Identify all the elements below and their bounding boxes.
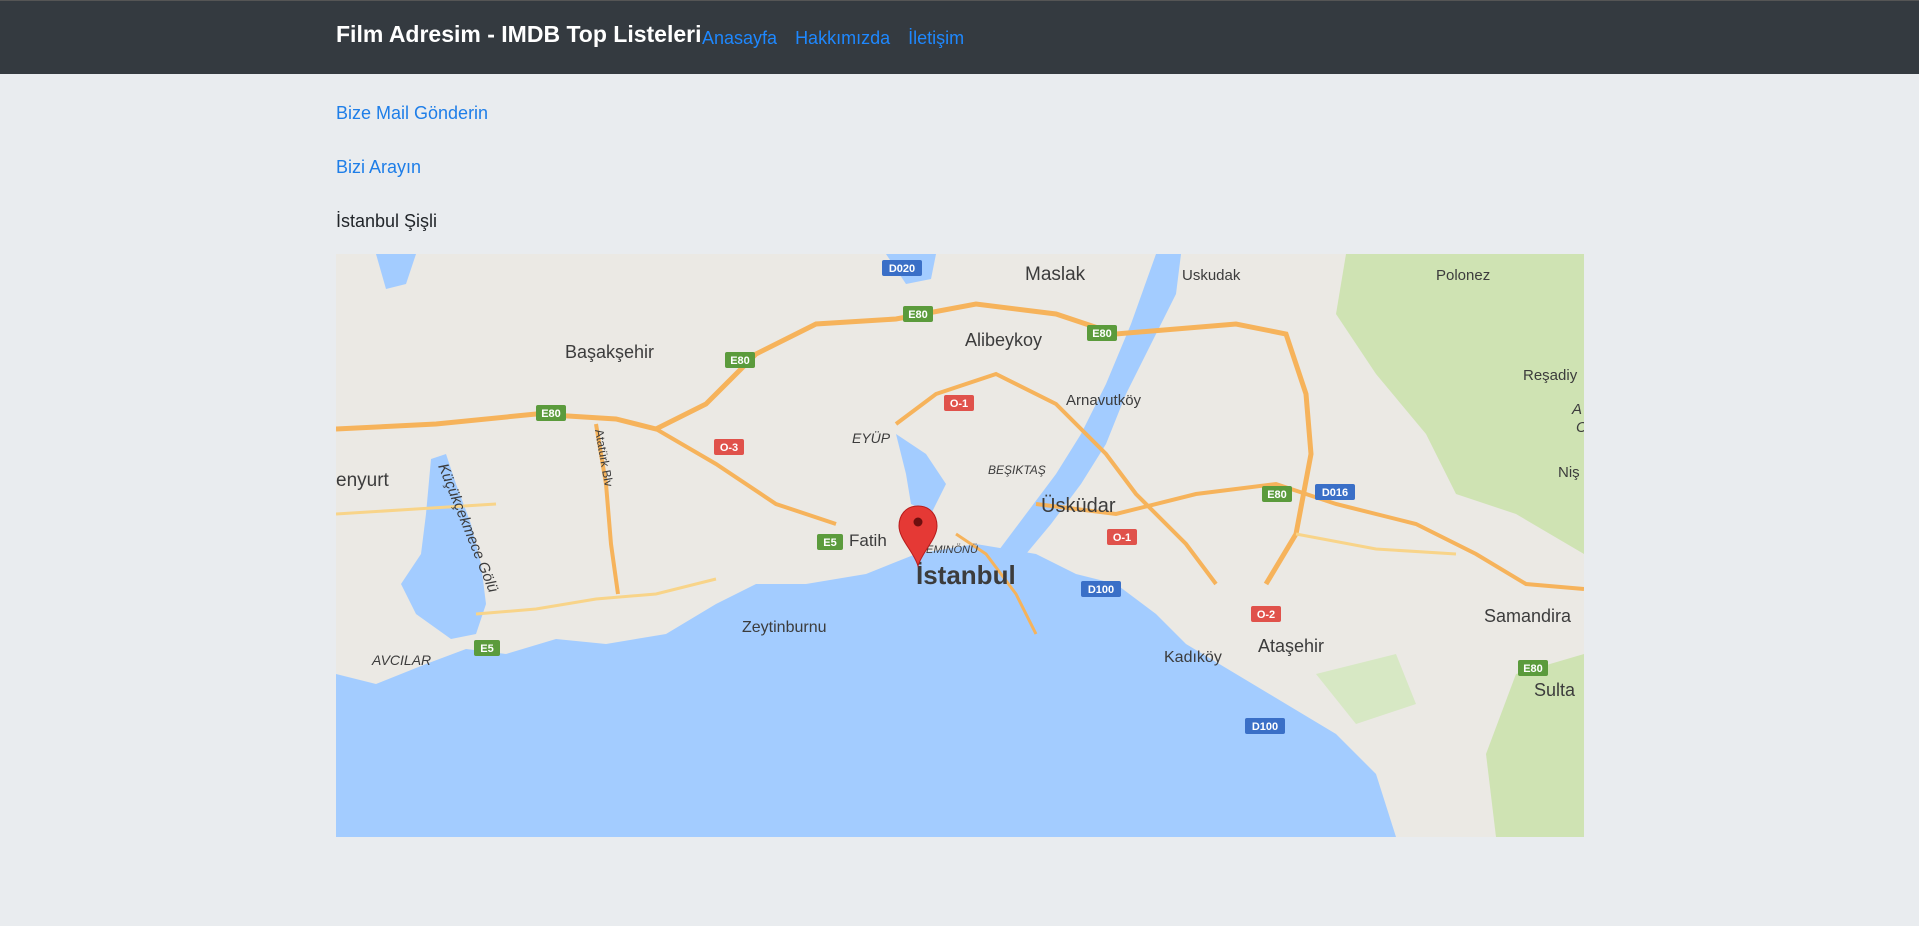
svg-text:E80: E80 <box>908 309 928 321</box>
shield-d016: D016 <box>1315 484 1355 500</box>
label-sulta: Sulta <box>1534 680 1576 700</box>
svg-text:D020: D020 <box>889 263 915 275</box>
shield-e5-b: E5 <box>474 640 500 656</box>
svg-text:O-1: O-1 <box>1113 532 1131 544</box>
shield-o1-b: O-1 <box>1107 529 1137 545</box>
nav-link-about[interactable]: Hakkımızda <box>795 28 890 49</box>
navbar: Film Adresim - IMDB Top Listeleri Anasay… <box>0 0 1919 74</box>
label-avcilar: AVCILAR <box>371 652 431 668</box>
phone-link[interactable]: Bizi Arayın <box>336 157 421 178</box>
label-atasehir: Ataşehir <box>1258 636 1324 656</box>
shield-e5-a: E5 <box>817 534 843 550</box>
svg-text:D100: D100 <box>1252 721 1278 733</box>
shield-o1-a: O-1 <box>944 395 974 411</box>
brand-title[interactable]: Film Adresim - IMDB Top Listeleri <box>336 21 701 48</box>
svg-text:D100: D100 <box>1088 584 1114 596</box>
shield-d020: D020 <box>882 260 922 276</box>
shield-e80-c: E80 <box>725 352 755 368</box>
label-eyup: EYÜP <box>852 429 891 446</box>
svg-text:O-1: O-1 <box>950 398 968 410</box>
svg-text:E80: E80 <box>1267 489 1287 501</box>
label-c: C <box>1576 419 1584 436</box>
shield-o2: O-2 <box>1251 606 1281 622</box>
shield-e80-d: E80 <box>536 405 566 421</box>
shield-d100-b: D100 <box>1245 718 1285 734</box>
label-basaksehir: Başakşehir <box>565 342 654 362</box>
label-uskudak: Uskudak <box>1182 267 1241 284</box>
svg-text:E80: E80 <box>1092 328 1112 340</box>
label-eminonu: EMINÖNÜ <box>926 544 978 556</box>
label-polonez: Polonez <box>1436 267 1490 284</box>
shield-d100-a: D100 <box>1081 581 1121 597</box>
svg-text:E80: E80 <box>541 408 561 420</box>
label-istanbul: İstanbul <box>916 560 1016 590</box>
map-canvas[interactable]: D020 E80 E80 E80 E80 O-1 O-3 E80 D016 E5… <box>336 254 1584 837</box>
mail-link[interactable]: Bize Mail Gönderin <box>336 103 488 124</box>
label-fatih: Fatih <box>849 531 887 550</box>
shield-e80-f: E80 <box>1518 660 1548 676</box>
label-uskudar: Üsküdar <box>1041 495 1116 517</box>
svg-text:E5: E5 <box>480 643 493 655</box>
label-kadikoy: Kadıköy <box>1164 649 1222 666</box>
svg-text:O-3: O-3 <box>720 442 738 454</box>
svg-text:O-2: O-2 <box>1257 609 1275 621</box>
shield-e80-a: E80 <box>903 306 933 322</box>
map-embed[interactable]: D020 E80 E80 E80 E80 O-1 O-3 E80 D016 E5… <box>336 254 1584 837</box>
label-arnavutkoy: Arnavutköy <box>1066 392 1142 409</box>
label-resadiye: Reşadiy <box>1523 367 1578 384</box>
nav-link-contact[interactable]: İletişim <box>908 28 964 49</box>
nav-links: Anasayfa Hakkımızda İletişim <box>702 28 964 49</box>
label-besiktas: BEŞIKTAŞ <box>988 463 1046 477</box>
address-text: İstanbul Şişli <box>336 211 438 231</box>
label-esenyurt: enyurt <box>336 470 390 491</box>
svg-text:E5: E5 <box>823 537 836 549</box>
svg-text:E80: E80 <box>730 355 750 367</box>
shield-o3: O-3 <box>714 439 744 455</box>
svg-text:D016: D016 <box>1322 487 1348 499</box>
label-nis: Niş <box>1558 464 1580 481</box>
label-samandira: Samandira <box>1484 606 1572 626</box>
svg-text:E80: E80 <box>1523 663 1543 675</box>
shield-e80-b: E80 <box>1087 325 1117 341</box>
label-maslak: Maslak <box>1025 264 1086 285</box>
label-zeytinburnu: Zeytinburnu <box>742 619 827 636</box>
nav-link-home[interactable]: Anasayfa <box>702 28 777 49</box>
label-a: A <box>1571 401 1582 418</box>
shield-e80-e: E80 <box>1262 486 1292 502</box>
label-alibeykoy: Alibeykoy <box>965 330 1042 350</box>
